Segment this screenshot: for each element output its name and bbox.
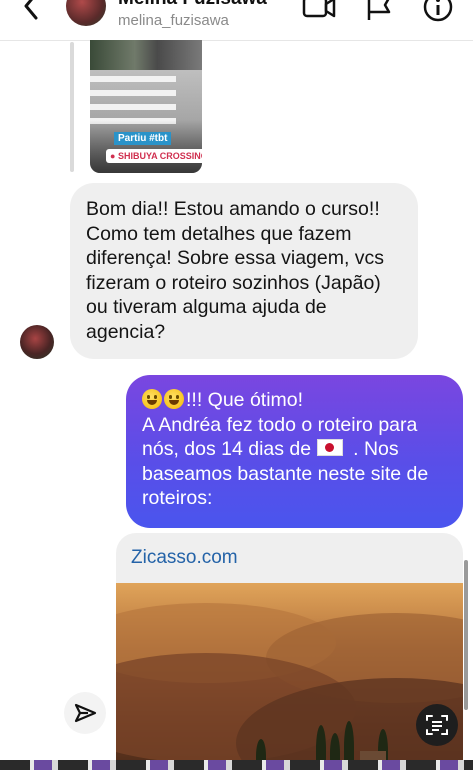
- japan-flag-icon: [317, 439, 344, 457]
- send-icon: [74, 703, 97, 723]
- link-preview-title[interactable]: Zicasso.com: [131, 547, 238, 569]
- story-location-sticker: ● SHIBUYA CROSSING: [106, 149, 202, 163]
- text-scan-button[interactable]: [416, 704, 458, 746]
- flag-icon: [367, 0, 391, 20]
- crosswalk-stripe: [90, 90, 176, 96]
- back-button[interactable]: [20, 0, 44, 22]
- incoming-message-bubble[interactable]: Bom dia!! Estou amando o curso!! Como te…: [70, 183, 418, 359]
- story-shade: [90, 120, 202, 173]
- story-preview[interactable]: Partiu #tbt ● SHIBUYA CROSSING: [90, 40, 202, 173]
- incoming-message-text: Bom dia!! Estou amando o curso!! Como te…: [86, 198, 385, 343]
- location-pin-icon: ●: [110, 151, 116, 161]
- outgoing-line-1: !!! Que ótimo!: [186, 389, 304, 411]
- story-reply-line: [70, 42, 74, 172]
- back-chevron-icon: [24, 0, 38, 20]
- share-button[interactable]: [64, 692, 106, 734]
- thumbnail-strip: [0, 760, 473, 770]
- avatar[interactable]: [66, 0, 106, 26]
- story-image-buildings: [90, 40, 202, 70]
- crosswalk-stripe: [90, 104, 176, 110]
- info-icon: [423, 0, 453, 22]
- outgoing-line-2: A Andréa fez todo o roteiro para: [142, 413, 418, 436]
- video-call-icon: [302, 0, 336, 18]
- crosswalk-stripe: [90, 76, 176, 82]
- sender-avatar[interactable]: [20, 325, 54, 359]
- outgoing-line-5: roteiros:: [142, 487, 213, 510]
- chat-header: Melina Fuzisawa melina_fuzisawa: [0, 0, 473, 41]
- scrollbar[interactable]: [464, 560, 468, 710]
- link-preview-card[interactable]: Zicasso.com: [116, 533, 463, 770]
- outgoing-line-3b: . Nos: [353, 438, 399, 461]
- outgoing-line-4: baseamos bastante neste site de: [142, 462, 429, 485]
- grinning-emoji-icon: [142, 389, 162, 409]
- scan-text-icon: [426, 715, 448, 735]
- username[interactable]: melina_fuzisawa: [118, 12, 229, 29]
- grinning-emoji-icon: [164, 389, 184, 409]
- video-call-button[interactable]: [302, 0, 336, 27]
- link-preview-image: [116, 583, 463, 770]
- outgoing-message-text: !!! Que ótimo! A Andréa fez todo o rotei…: [142, 388, 454, 511]
- story-caption: Partiu #tbt: [114, 132, 172, 145]
- outgoing-line-3a: nós, dos 14 dias de: [142, 438, 312, 461]
- report-button[interactable]: [365, 0, 393, 27]
- story-location-label: SHIBUYA CROSSING: [117, 151, 202, 161]
- outgoing-message-bubble[interactable]: !!! Que ótimo! A Andréa fez todo o rotei…: [126, 375, 463, 528]
- info-button[interactable]: [423, 0, 453, 27]
- display-name[interactable]: Melina Fuzisawa: [118, 0, 267, 10]
